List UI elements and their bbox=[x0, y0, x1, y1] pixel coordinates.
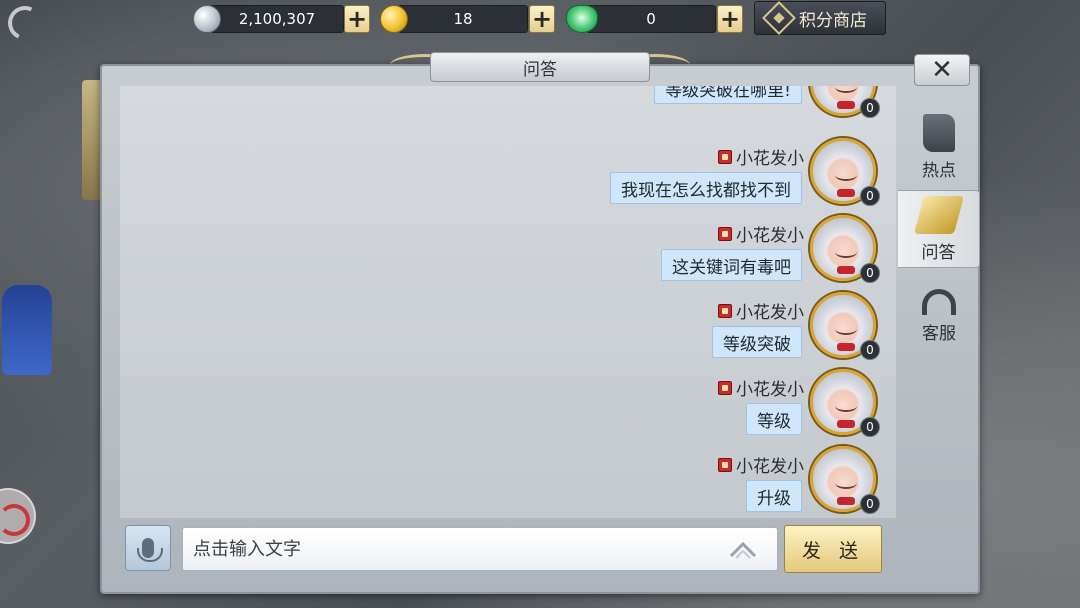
silver-coin-icon bbox=[193, 5, 221, 33]
chat-message: 小花发小 0 这关键词有毒吧 bbox=[120, 213, 896, 291]
shop-emblem-icon bbox=[762, 1, 796, 35]
send-button[interactable]: 发 送 bbox=[784, 525, 882, 573]
ingot-amount: 0 bbox=[586, 5, 716, 33]
rank-badge-icon bbox=[718, 226, 732, 241]
microphone-icon bbox=[137, 538, 163, 562]
rank-badge-icon bbox=[718, 303, 732, 318]
rank-badge-icon bbox=[718, 380, 732, 395]
sender-label: 小花发小 bbox=[736, 303, 804, 323]
sender-name: 小花发小 bbox=[718, 452, 804, 477]
tab-qa[interactable]: 问答 bbox=[898, 190, 980, 268]
sender-name: 小花发小 bbox=[718, 298, 804, 323]
chat-bubble: 升级 bbox=[746, 480, 802, 512]
expand-up-icon[interactable] bbox=[728, 538, 758, 560]
gold-coin-icon bbox=[380, 5, 408, 33]
chat-message: 小花发小 0 等级 bbox=[120, 367, 896, 445]
gold-bars-icon bbox=[913, 195, 964, 234]
avatar-count: 0 bbox=[860, 494, 880, 514]
sender-label: 小花发小 bbox=[736, 226, 804, 246]
sender-name: 小花发小 bbox=[718, 221, 804, 246]
player-character bbox=[2, 285, 52, 375]
headset-icon bbox=[922, 288, 956, 315]
tab-hot[interactable]: 热点 bbox=[898, 108, 980, 186]
game-logo-button[interactable] bbox=[0, 488, 36, 544]
chat-bubble: 等级突破 bbox=[712, 326, 802, 358]
jade-ingot-icon bbox=[566, 5, 598, 33]
scroll-icon bbox=[923, 113, 955, 152]
rank-badge-icon bbox=[718, 149, 732, 164]
chat-input[interactable] bbox=[182, 527, 778, 571]
silver-amount: 2,100,307 bbox=[210, 5, 344, 33]
chat-bubble: 我现在怎么找都找不到 bbox=[610, 172, 802, 204]
lantern-pillar bbox=[82, 80, 102, 200]
back-arc-decoration bbox=[3, 1, 47, 45]
close-button[interactable]: ✕ bbox=[914, 54, 970, 86]
rank-badge-icon bbox=[718, 457, 732, 472]
gold-amount: 18 bbox=[398, 5, 528, 33]
avatar-count: 0 bbox=[860, 417, 880, 437]
avatar-count: 0 bbox=[860, 98, 880, 118]
chat-bubble: 等级突破在哪里! bbox=[654, 86, 802, 104]
add-gold-button[interactable]: + bbox=[529, 5, 555, 33]
voice-input-button[interactable] bbox=[125, 525, 171, 571]
sender-label: 小花发小 bbox=[736, 149, 804, 169]
avatar-count: 0 bbox=[860, 186, 880, 206]
chat-message: 0 等级突破在哪里! bbox=[120, 86, 896, 130]
tab-label: 客服 bbox=[922, 323, 956, 344]
sender-label: 小花发小 bbox=[736, 380, 804, 400]
chat-bubble: 等级 bbox=[746, 403, 802, 435]
add-silver-button[interactable]: + bbox=[344, 5, 370, 33]
add-ingot-button[interactable]: + bbox=[717, 5, 743, 33]
tab-label: 问答 bbox=[921, 242, 956, 263]
points-shop-button[interactable]: 积分商店 bbox=[754, 1, 886, 35]
dialog-title: 问答 bbox=[430, 52, 650, 82]
avatar-count: 0 bbox=[860, 340, 880, 360]
chat-bubble: 这关键词有毒吧 bbox=[661, 249, 802, 281]
chat-message: 小花发小 0 等级突破 bbox=[120, 290, 896, 368]
avatar-count: 0 bbox=[860, 263, 880, 283]
sender-name: 小花发小 bbox=[718, 375, 804, 400]
shop-label: 积分商店 bbox=[799, 10, 867, 31]
chat-message: 小花发小 0 升级 bbox=[120, 444, 896, 518]
chat-message: 小花发小 0 我现在怎么找都找不到 bbox=[120, 136, 896, 214]
sender-name: 小花发小 bbox=[718, 144, 804, 169]
sender-label: 小花发小 bbox=[736, 457, 804, 477]
chat-list[interactable]: 0 等级突破在哪里! 小花发小 0 我现在怎么找都找不到 小花发小 0 这关键词… bbox=[120, 86, 896, 518]
tab-label: 热点 bbox=[922, 160, 956, 181]
tab-customer-service[interactable]: 客服 bbox=[898, 274, 980, 352]
